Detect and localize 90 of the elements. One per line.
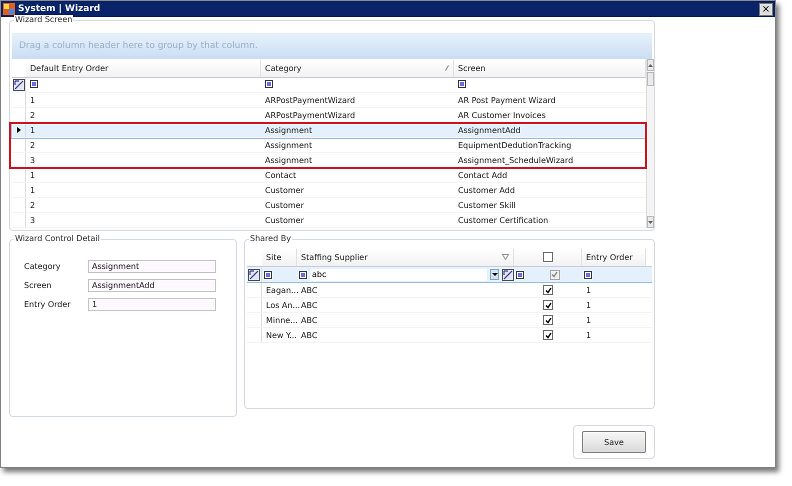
table-cell-text: 1 (29, 96, 36, 104)
filter-icon[interactable] (458, 80, 466, 88)
table-cell-text: 2 (29, 140, 36, 150)
table-row[interactable]: 2 Assignment EquipmentDedutionTracking (12, 138, 646, 153)
table-cell-text: Assignment (264, 140, 314, 150)
checkbox[interactable] (550, 270, 560, 280)
table-cell-text: 2 (29, 200, 36, 210)
column-header[interactable]: Entry Order (582, 248, 646, 266)
table-cell-text: Customer Add (457, 186, 516, 194)
column-header[interactable]: Screen (454, 60, 646, 76)
filter-icon[interactable] (30, 80, 38, 88)
table-cell-text: Assignment (264, 156, 314, 164)
panel-title: Shared By (249, 234, 292, 243)
filter-icon[interactable] (299, 270, 307, 278)
table-cell-text: Contact (264, 170, 298, 180)
checkbox[interactable] (542, 252, 552, 262)
table-cell-text: 3 (29, 216, 36, 224)
filter-edit-icon[interactable] (248, 268, 260, 280)
table-cell-text: Customer (264, 186, 305, 194)
save-button[interactable]: Save (582, 431, 646, 453)
table-cell-text: AssignmentAdd (457, 126, 522, 134)
column-header[interactable]: Staffing Supplier (297, 248, 514, 266)
checkbox[interactable] (543, 330, 553, 340)
field-label: Category (24, 262, 62, 271)
table-row[interactable]: 3 Customer Customer Certification (12, 213, 646, 228)
column-header[interactable]: Default Entry Order (26, 60, 261, 76)
dropdown-button[interactable] (490, 269, 499, 280)
filter-input[interactable]: abc (310, 268, 487, 280)
table-cell-text: ARPostPaymentWizard (264, 110, 356, 120)
table-cell-text: Customer (264, 200, 305, 210)
table-cell-text: Customer (264, 216, 305, 224)
table-cell-text: Los An... (265, 300, 297, 310)
table-cell-text: Eagan... (265, 286, 297, 294)
table-cell-text: 1 (585, 300, 592, 310)
window-title: System | Wizard (18, 4, 102, 14)
table-cell-text: ABC (300, 286, 318, 294)
table-cell-text: Contact Add (457, 170, 508, 180)
column-header[interactable]: Site (262, 248, 297, 266)
table-row[interactable]: 1 Contact Contact Add (12, 168, 646, 183)
row-indicator-icon (16, 127, 20, 133)
column-header[interactable]: Category (261, 60, 454, 76)
table-cell-text: 1 (585, 286, 592, 294)
filter-edit-icon[interactable] (502, 268, 514, 280)
table-cell-text: 1 (29, 186, 36, 194)
table-row[interactable]: 1 Customer Customer Add (12, 183, 646, 198)
scroll-up-icon[interactable] (648, 64, 653, 66)
scroll-thumb[interactable] (647, 72, 654, 86)
close-button[interactable]: × (759, 2, 773, 16)
table-cell-text: 1 (29, 126, 36, 134)
table-row[interactable]: 1 Assignment AssignmentAdd (12, 123, 646, 138)
table-cell-text: AR Customer Invoices (457, 110, 547, 120)
group-by-area: Drag a column header here to group by that column. (12, 33, 652, 59)
table-row[interactable]: 1 ARPostPaymentWizard AR Post Payment Wizard (12, 93, 646, 108)
checkbox[interactable] (543, 285, 553, 295)
table-cell-text: EquipmentDedutionTracking (457, 140, 572, 150)
table-cell-text: Customer Skill (457, 200, 517, 210)
table-cell-text: ABC (300, 330, 318, 340)
input-field[interactable]: 1 (88, 298, 216, 311)
scroll-down-icon[interactable] (648, 220, 653, 224)
table-cell-text: ARPostPaymentWizard (264, 96, 356, 104)
table-row[interactable]: 3 Assignment Assignment_ScheduleWizard (12, 153, 646, 168)
panel-title: Wizard Screen (14, 15, 74, 24)
table-cell-text: 1 (585, 330, 592, 340)
table-cell-text: ABC (300, 316, 318, 324)
input-field[interactable]: Assignment (88, 260, 216, 273)
table-cell-text: 1 (29, 170, 36, 180)
table-cell-text: Customer Certification (457, 216, 550, 224)
checkbox[interactable] (543, 315, 553, 325)
filter-edit-icon[interactable] (12, 79, 24, 91)
table-cell-text: Minne... (265, 316, 297, 324)
table-row[interactable]: 2 Customer Customer Skill (12, 198, 646, 213)
table-cell-text: 3 (29, 156, 36, 164)
scrollbar[interactable] (646, 59, 654, 228)
field-label: Screen (24, 281, 53, 290)
checkbox[interactable] (543, 300, 553, 310)
filter-icon[interactable] (264, 270, 272, 278)
field-label: Entry Order (24, 300, 72, 309)
sort-icon (445, 65, 449, 71)
filter-icon[interactable] (584, 270, 592, 278)
table-cell-text: 2 (29, 110, 36, 120)
table-cell-text: AR Post Payment Wizard (457, 96, 557, 104)
input-field[interactable]: AssignmentAdd (88, 279, 216, 292)
table-cell-text: 1 (585, 316, 592, 324)
table-cell-text: Assignment_ScheduleWizard (457, 156, 574, 164)
filter-icon[interactable] (265, 80, 273, 88)
panel-title: Wizard Control Detail (14, 234, 101, 243)
app-icon (3, 3, 15, 15)
filter-icon[interactable] (516, 270, 524, 278)
table-cell-text: Assignment (264, 126, 314, 134)
table-cell-text: New Y... (265, 330, 297, 340)
